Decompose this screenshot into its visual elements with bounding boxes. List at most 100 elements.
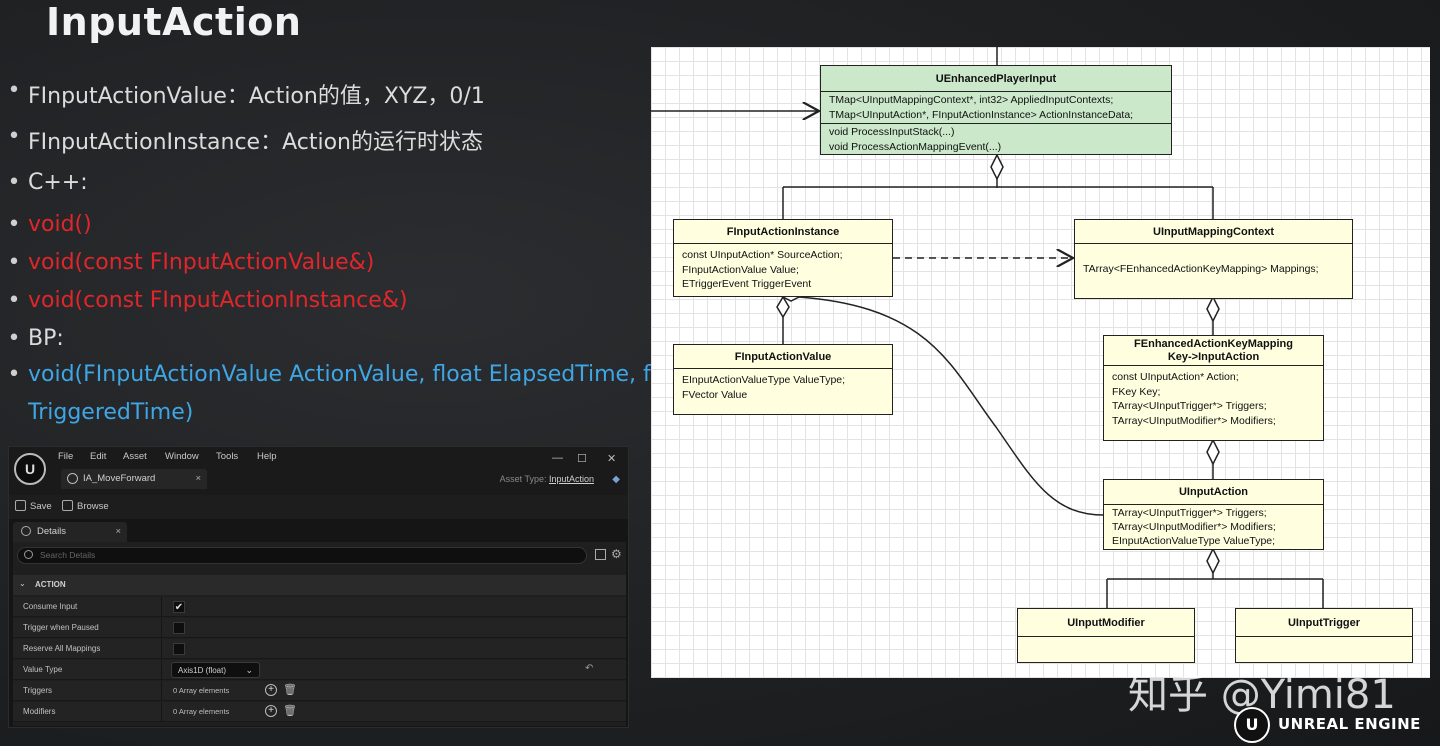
tab-close-icon[interactable]: × [195, 473, 201, 484]
class-field: TArray<UInputModifier*> Modifiers; [1112, 414, 1276, 427]
ue-asset-editor: U File Edit Asset Window Tools Help — ☐ … [8, 446, 629, 728]
maximize-icon[interactable]: ☐ [577, 452, 587, 465]
browse-icon [62, 500, 73, 511]
trash-icon[interactable]: 🗑 [283, 683, 297, 696]
search-placeholder: Search Details [40, 550, 96, 560]
bullet-glyph: • [7, 170, 21, 195]
class-box-uinputtrigger: UInputTrigger [1235, 608, 1413, 663]
class-title: FInputActionInstance [674, 220, 892, 244]
bullet-glyph: • [7, 362, 21, 387]
bullet-text: void(const FInputActionInstance&) [28, 288, 408, 313]
class-field: EInputActionValueType ValueType; [1112, 535, 1276, 547]
class-box-uinputaction: UInputAction TArray<UInputTrigger*> Trig… [1103, 479, 1324, 550]
save-button[interactable]: Save [15, 500, 52, 512]
bullet-text: TriggeredTime) [28, 400, 194, 425]
slide-title: InputAction [46, 0, 302, 44]
bullet-text: void(FInputActionValue ActionValue, floa… [28, 362, 693, 387]
chevron-down-icon: ⌄ [19, 579, 26, 588]
class-box-fenhancedactionkeymapping: FEnhancedActionKeyMapping Key->InputActi… [1103, 335, 1324, 441]
class-title: FInputActionValue [674, 345, 892, 369]
menu-edit[interactable]: Edit [90, 451, 106, 462]
class-title: FEnhancedActionKeyMapping Key->InputActi… [1104, 336, 1323, 366]
property-row-value-type: Value Type Axis1D (float) ⌄ ↶ [13, 660, 626, 680]
asset-type: Asset Type: InputAction [500, 474, 594, 484]
class-fields: const UInputAction* Action; FKey Key; TA… [1104, 366, 1323, 431]
bullet-text: C++: [28, 170, 88, 195]
property-label: Value Type [23, 665, 63, 674]
class-field: ETriggerEvent TriggerEvent [682, 278, 812, 290]
bullet-glyph: • [7, 288, 21, 313]
property-row-reserve-all-mappings: Reserve All Mappings [13, 639, 626, 659]
toolbar: Save Browse [9, 495, 628, 519]
class-fields: TArray<FEnhancedActionKeyMapping> Mappin… [1075, 244, 1352, 280]
menu-file[interactable]: File [58, 451, 73, 462]
asset-type-icon: ◆ [612, 474, 620, 485]
minimize-icon[interactable]: — [552, 452, 563, 464]
menu-tools[interactable]: Tools [216, 451, 238, 462]
class-diagram: UEnhancedPlayerInput TMap<UInputMappingC… [651, 47, 1430, 678]
browse-label: Browse [77, 501, 109, 512]
property-label: Trigger when Paused [23, 623, 99, 632]
bullet-text: BP: [28, 326, 64, 351]
save-label: Save [30, 501, 52, 512]
menu-asset[interactable]: Asset [123, 451, 147, 462]
class-fields: const UInputAction* SourceAction; FInput… [674, 244, 892, 295]
section-header-action[interactable]: ⌄ ACTION [13, 575, 626, 595]
view-options-icon[interactable] [595, 549, 606, 560]
asset-tab-label: IA_MoveForward [83, 473, 156, 484]
class-box-uenhancedplayerinput: UEnhancedPlayerInput TMap<UInputMappingC… [820, 65, 1172, 155]
menu-bar: U File Edit Asset Window Tools Help — ☐ … [9, 447, 628, 495]
class-field: TMap<UInputMappingContext*, int32> Appli… [829, 94, 1114, 106]
class-field: const UInputAction* SourceAction; [682, 249, 843, 261]
chevron-down-icon: ⌄ [245, 665, 253, 675]
details-icon [21, 526, 31, 536]
property-label: Reserve All Mappings [23, 644, 101, 653]
details-tab[interactable]: Details × [13, 522, 127, 542]
class-box-finputactioninstance: FInputActionInstance const UInputAction*… [673, 219, 893, 297]
unreal-engine-brand: U UNREAL ENGINE [1234, 705, 1440, 745]
class-title: UInputModifier [1018, 609, 1194, 637]
class-box-uinputmappingcontext: UInputMappingContext TArray<FEnhancedAct… [1074, 219, 1353, 299]
add-element-icon[interactable]: + [265, 684, 277, 696]
class-field: TArray<UInputTrigger*> Triggers; [1112, 507, 1267, 519]
property-label: Triggers [23, 686, 53, 695]
details-close-icon[interactable]: × [115, 526, 121, 537]
bullet-text: void() [28, 212, 92, 237]
search-input[interactable]: Search Details [17, 547, 587, 564]
property-row-triggers: Triggers 0 Array elements + 🗑 [13, 681, 626, 701]
class-methods: void ProcessInputStack(...) void Process… [821, 124, 1171, 154]
property-label: Modifiers [23, 707, 56, 716]
class-fields: TMap<UInputMappingContext*, int32> Appli… [821, 92, 1171, 124]
asset-tab[interactable]: IA_MoveForward × [61, 469, 207, 489]
menu-window[interactable]: Window [165, 451, 199, 462]
section-label: ACTION [35, 580, 66, 589]
trigger-when-paused-checkbox[interactable] [173, 622, 185, 634]
details-tab-label: Details [37, 526, 67, 537]
array-count: 0 Array elements [173, 707, 230, 716]
bullet-text: void(const FInputActionValue&) [28, 250, 375, 275]
search-icon [24, 550, 33, 559]
class-title: UInputAction [1104, 480, 1323, 505]
trash-icon[interactable]: 🗑 [283, 704, 297, 717]
gear-icon[interactable]: ⚙ [611, 547, 622, 561]
class-field: TArray<UInputModifier*> Modifiers; [1112, 521, 1276, 533]
asset-type-link[interactable]: InputAction [549, 474, 594, 484]
add-element-icon[interactable]: + [265, 705, 277, 717]
bullet-glyph: • [7, 212, 21, 237]
reset-icon[interactable]: ↶ [585, 663, 593, 674]
class-field: FKey Key; [1112, 385, 1161, 398]
close-window-icon[interactable]: ✕ [607, 452, 616, 465]
unreal-logo-icon: U [1234, 707, 1270, 743]
class-field: EInputActionValueType ValueType; [682, 374, 846, 386]
bullet-text: FInputActionInstance：Action的运行时状态 [28, 130, 483, 155]
value-type-dropdown[interactable]: Axis1D (float) ⌄ [171, 662, 260, 678]
brand-text: UNREAL ENGINE [1278, 715, 1421, 733]
browse-button[interactable]: Browse [62, 500, 109, 512]
consume-input-checkbox[interactable]: ✔ [173, 601, 185, 613]
property-row-consume-input: Consume Input ✔ [13, 597, 626, 617]
class-field: TMap<UInputAction*, FInputActionInstance… [829, 108, 1134, 121]
reserve-all-mappings-checkbox[interactable] [173, 643, 185, 655]
menu-help[interactable]: Help [257, 451, 277, 462]
bullet-glyph: • [7, 250, 21, 275]
save-icon [15, 500, 26, 511]
